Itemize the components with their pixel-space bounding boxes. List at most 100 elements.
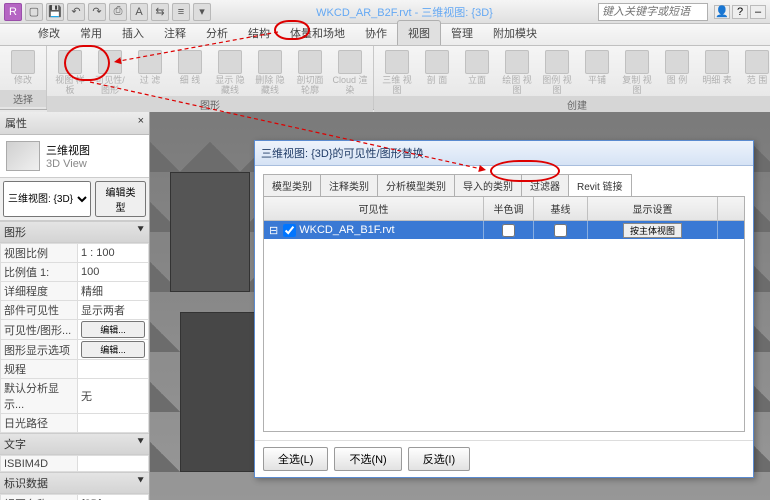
dialog-tab[interactable]: 模型类别 bbox=[263, 174, 321, 196]
ribbon-panel: 三维 视图剖 面立面绘图 视图图例 视图平铺复制 视图图 例明细 表范 围创建 bbox=[374, 46, 770, 109]
tab-collaborate[interactable]: 协作 bbox=[355, 21, 397, 45]
ribbon-button-icon bbox=[505, 50, 529, 74]
tab-manage[interactable]: 管理 bbox=[441, 21, 483, 45]
tab-view[interactable]: 视图 bbox=[397, 20, 441, 45]
ribbon-button[interactable]: 复制 视图 bbox=[618, 48, 656, 96]
property-value[interactable]: 显示两者 bbox=[77, 301, 148, 320]
qat-open-icon[interactable]: ▢ bbox=[25, 3, 43, 21]
help-icon[interactable]: ? bbox=[732, 5, 748, 19]
dialog-tab[interactable]: 导入的类别 bbox=[454, 174, 522, 196]
window-buttons: 👤 ? – bbox=[714, 5, 766, 19]
ribbon-button-label: 视图 样板 bbox=[51, 76, 89, 96]
tab-structure[interactable]: 结构 bbox=[238, 21, 280, 45]
dialog-tab[interactable]: 分析模型类别 bbox=[377, 174, 455, 196]
select-all-button[interactable]: 全选(L) bbox=[263, 447, 328, 471]
ribbon-button-label: 复制 视图 bbox=[618, 76, 656, 96]
tab-annotate[interactable]: 注释 bbox=[154, 21, 196, 45]
ribbon-button[interactable]: 可见性/ 图形 bbox=[91, 48, 129, 96]
signin-icon[interactable]: 👤 bbox=[714, 5, 730, 19]
ribbon-button[interactable]: 视图 样板 bbox=[51, 48, 89, 96]
column-header[interactable]: 半色调 bbox=[484, 197, 534, 220]
instance-selector[interactable]: 三维视图: {3D} bbox=[3, 181, 91, 217]
qat-redo-icon[interactable]: ↷ bbox=[88, 3, 106, 21]
ribbon-button[interactable]: 显示 隐藏线 bbox=[211, 48, 249, 96]
column-header[interactable]: 可见性 bbox=[264, 197, 484, 220]
property-value[interactable] bbox=[77, 414, 148, 433]
ribbon-button-icon bbox=[11, 50, 35, 74]
minimize-icon[interactable]: – bbox=[750, 5, 766, 19]
property-row: 规程 bbox=[1, 360, 149, 379]
visibility-checkbox[interactable] bbox=[283, 224, 296, 237]
ribbon-button-label: Cloud 渲染 bbox=[331, 76, 369, 96]
ribbon-button[interactable]: 明细 表 bbox=[698, 48, 736, 86]
column-header[interactable]: 显示设置 bbox=[588, 197, 718, 220]
qat-print-icon[interactable]: ⎙ bbox=[109, 3, 127, 21]
tab-modify[interactable]: 修改 bbox=[28, 21, 70, 45]
properties-scroll[interactable]: 图形⯆视图比例1 : 100比例值 1:100详细程度精细部件可见性显示两者可见… bbox=[0, 221, 149, 500]
qat-save-icon[interactable]: 💾 bbox=[46, 3, 64, 21]
property-edit-button[interactable]: 编辑... bbox=[81, 341, 145, 358]
dialog-tab[interactable]: Revit 链接 bbox=[568, 174, 632, 196]
help-search-input[interactable] bbox=[598, 3, 708, 21]
property-value[interactable]: 1 : 100 bbox=[77, 244, 148, 263]
ribbon-button[interactable]: 删除 隐藏线 bbox=[251, 48, 289, 96]
tab-insert[interactable]: 插入 bbox=[112, 21, 154, 45]
ribbon-button[interactable]: 平铺 bbox=[578, 48, 616, 86]
qat-text-icon[interactable]: A bbox=[130, 3, 148, 21]
dialog-tab[interactable]: 过滤器 bbox=[521, 174, 569, 196]
column-header[interactable]: 基线 bbox=[534, 197, 588, 220]
ribbon-button[interactable]: 剖 面 bbox=[418, 48, 456, 86]
quick-access-toolbar: R ▢ 💾 ↶ ↷ ⎙ A ⇆ ≡ ▾ bbox=[4, 3, 211, 21]
property-value[interactable]: 无 bbox=[77, 379, 148, 414]
property-row: 可见性/图形...编辑... bbox=[1, 320, 149, 340]
underlay-checkbox[interactable] bbox=[554, 224, 567, 237]
tab-home[interactable]: 常用 bbox=[70, 21, 112, 45]
property-row: 详细程度精细 bbox=[1, 282, 149, 301]
ribbon-button-icon bbox=[585, 50, 609, 74]
select-none-button[interactable]: 不选(N) bbox=[334, 447, 401, 471]
property-value[interactable] bbox=[77, 456, 148, 472]
ribbon-button[interactable]: 细 线 bbox=[171, 48, 209, 86]
ribbon-button[interactable]: 立面 bbox=[458, 48, 496, 86]
qat-undo-icon[interactable]: ↶ bbox=[67, 3, 85, 21]
tab-analyze[interactable]: 分析 bbox=[196, 21, 238, 45]
qat-more-icon[interactable]: ▾ bbox=[193, 3, 211, 21]
link-row[interactable]: ⊟WKCD_AR_B1F.rvt按主体视图 bbox=[264, 221, 744, 239]
tab-addins[interactable]: 附加模块 bbox=[483, 21, 547, 45]
ribbon-button-label: 范 围 bbox=[747, 76, 768, 86]
qat-sync-icon[interactable]: ⇆ bbox=[151, 3, 169, 21]
type-selector[interactable]: 三维视图 3D View bbox=[0, 135, 149, 178]
tab-massing[interactable]: 体量和场地 bbox=[280, 21, 355, 45]
display-settings-button[interactable]: 按主体视图 bbox=[623, 223, 682, 238]
dialog-body: 可见性半色调基线显示设置 ⊟WKCD_AR_B1F.rvt按主体视图 bbox=[263, 196, 745, 432]
property-value[interactable]: {3D} bbox=[77, 495, 148, 500]
ribbon-button-label: 平铺 bbox=[588, 76, 606, 86]
property-value[interactable]: 编辑... bbox=[77, 340, 148, 360]
ribbon-button[interactable]: 范 围 bbox=[738, 48, 770, 86]
property-edit-button[interactable]: 编辑... bbox=[81, 321, 145, 338]
ribbon-button[interactable]: 过 滤 bbox=[131, 48, 169, 86]
property-group-header[interactable]: 图形⯆ bbox=[0, 221, 149, 243]
app-menu-button[interactable]: R bbox=[4, 3, 22, 21]
ribbon-button[interactable]: Cloud 渲染 bbox=[331, 48, 369, 96]
halftone-checkbox[interactable] bbox=[502, 224, 515, 237]
invert-selection-button[interactable]: 反选(I) bbox=[408, 447, 470, 471]
property-value[interactable]: 100 bbox=[77, 263, 148, 282]
link-name: WKCD_AR_B1F.rvt bbox=[299, 224, 394, 236]
ribbon-button[interactable]: 图例 视图 bbox=[538, 48, 576, 96]
ribbon-button[interactable]: 三维 视图 bbox=[378, 48, 416, 96]
property-group-header[interactable]: 标识数据⯆ bbox=[0, 472, 149, 494]
property-value[interactable] bbox=[77, 360, 148, 379]
property-value[interactable]: 精细 bbox=[77, 282, 148, 301]
view-type-icon bbox=[6, 141, 40, 171]
ribbon-button[interactable]: 修改 bbox=[4, 48, 42, 86]
ribbon-button[interactable]: 绘图 视图 bbox=[498, 48, 536, 96]
property-value[interactable]: 编辑... bbox=[77, 320, 148, 340]
properties-close-icon[interactable]: × bbox=[138, 115, 144, 131]
ribbon-button[interactable]: 图 例 bbox=[658, 48, 696, 86]
edit-type-button[interactable]: 编辑类型 bbox=[95, 181, 146, 217]
qat-measure-icon[interactable]: ≡ bbox=[172, 3, 190, 21]
dialog-tab[interactable]: 注释类别 bbox=[320, 174, 378, 196]
property-group-header[interactable]: 文字⯆ bbox=[0, 433, 149, 455]
ribbon-button[interactable]: 剖切面 轮廓 bbox=[291, 48, 329, 96]
